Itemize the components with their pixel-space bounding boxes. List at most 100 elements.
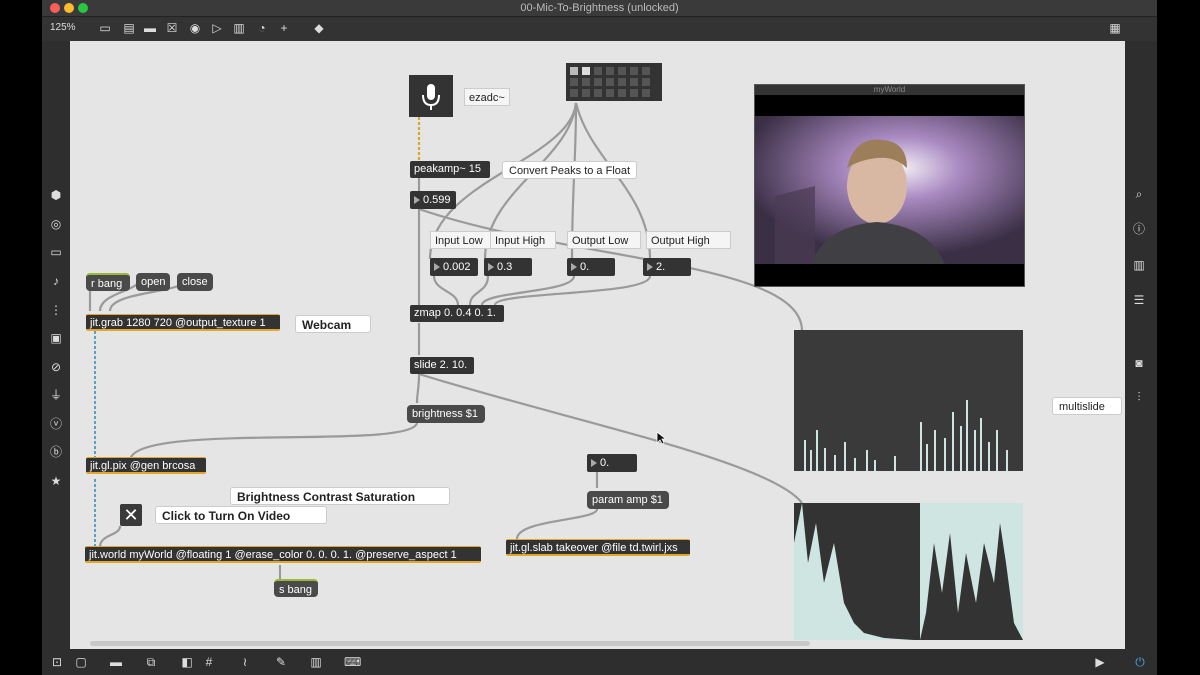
inlet-icon[interactable]: ▷ bbox=[210, 21, 224, 35]
param-amp-message[interactable]: param amp $1 bbox=[587, 491, 669, 509]
output-low-comment: Output Low bbox=[567, 231, 641, 249]
close-x-icon: ✕ bbox=[123, 505, 139, 525]
power-icon[interactable]: ⏻ bbox=[1133, 655, 1147, 669]
presentation-icon[interactable]: ▢ bbox=[74, 655, 88, 669]
ezadc-button[interactable] bbox=[409, 75, 453, 117]
plug-icon[interactable]: ⏚ bbox=[49, 388, 63, 402]
comment-bubble-icon[interactable]: ▬ bbox=[109, 655, 123, 669]
dial-icon[interactable]: ◔ bbox=[255, 21, 269, 35]
matrix-grid bbox=[570, 67, 650, 97]
cord-inlow-zmap bbox=[432, 275, 460, 306]
new-object-icon[interactable]: ▭ bbox=[98, 21, 112, 35]
cord-toggle-world bbox=[98, 525, 122, 548]
grid-icon[interactable]: # bbox=[202, 655, 216, 669]
paint-bucket-icon[interactable]: ◆ bbox=[312, 21, 326, 35]
music-note-icon[interactable]: ♪ bbox=[49, 274, 63, 288]
ezadc-label: ezadc~ bbox=[464, 88, 510, 106]
wrench-icon[interactable]: ✎ bbox=[274, 655, 288, 669]
right-sidebar: ⌕ ⓘ ▥ ☰ ◙ ⫶ bbox=[1125, 41, 1157, 649]
webcam-frame bbox=[755, 116, 1024, 264]
multislider-top[interactable] bbox=[794, 330, 1023, 471]
mixer-icon[interactable]: ⫶ bbox=[1132, 390, 1146, 404]
search-icon[interactable]: ⌕ bbox=[1132, 187, 1146, 201]
open-message[interactable]: open bbox=[136, 273, 170, 291]
output-high-number[interactable]: 2. bbox=[643, 258, 691, 276]
convert-peaks-comment: Convert Peaks to a Float bbox=[502, 161, 638, 179]
input-high-number[interactable]: 0.3 bbox=[484, 258, 532, 276]
paperclip-icon[interactable]: ⊘ bbox=[49, 360, 63, 374]
camera-icon[interactable]: ◙ bbox=[1132, 356, 1146, 370]
brightness-message[interactable]: brightness $1 bbox=[407, 405, 485, 423]
video-window-title: myWorld bbox=[755, 85, 1024, 95]
cord-brightness-pix bbox=[128, 422, 419, 462]
image-icon[interactable]: ▣ bbox=[49, 331, 63, 345]
patch-cord-icon[interactable]: ≀ bbox=[238, 655, 252, 669]
slider-icon[interactable]: ▥ bbox=[232, 21, 246, 35]
s-bang-object[interactable]: s bang bbox=[274, 579, 318, 597]
sequencer-icon[interactable]: ⋮ bbox=[49, 303, 63, 317]
lock-icon[interactable]: ⊡ bbox=[50, 655, 64, 669]
webcam-comment: Webcam bbox=[295, 315, 371, 333]
toggle-icon[interactable]: ☒ bbox=[165, 21, 179, 35]
horizontal-scrollbar[interactable] bbox=[90, 641, 810, 646]
matrix-control[interactable] bbox=[566, 63, 662, 101]
target-icon[interactable]: ◎ bbox=[49, 217, 63, 231]
webcam-video-feed bbox=[755, 116, 1024, 264]
input-low-number[interactable]: 0.002 bbox=[430, 258, 478, 276]
cube-icon[interactable]: ⬢ bbox=[49, 188, 63, 202]
star-icon[interactable]: ★ bbox=[49, 474, 63, 488]
info-icon[interactable]: ⓘ bbox=[1132, 222, 1146, 236]
peakamp-object[interactable]: peakamp~ 15 bbox=[410, 161, 490, 178]
cord-param-slab bbox=[515, 508, 599, 540]
cord-outlow-zmap bbox=[480, 275, 576, 306]
output-high-comment: Output High bbox=[646, 231, 731, 249]
zoom-level[interactable]: 125% bbox=[50, 22, 76, 33]
plus-icon[interactable]: + bbox=[277, 21, 291, 35]
microphone-icon bbox=[422, 84, 440, 110]
play-icon[interactable]: ▶ bbox=[1093, 655, 1107, 669]
piano-icon[interactable]: ▥ bbox=[309, 655, 323, 669]
beap-icon[interactable]: ⓑ bbox=[49, 445, 63, 459]
jit-world-object[interactable]: jit.world myWorld @floating 1 @erase_col… bbox=[85, 546, 481, 563]
grid-icon[interactable]: ▦ bbox=[1108, 21, 1122, 35]
new-message-icon[interactable]: ▤ bbox=[122, 21, 136, 35]
jit-grab-object[interactable]: jit.grab 1280 720 @output_texture 1 bbox=[86, 314, 280, 331]
jit-gl-pix-object[interactable]: jit.gl.pix @gen brcosa bbox=[86, 457, 206, 474]
cord-slide-multislider bbox=[418, 372, 803, 504]
cord-slide-brightness bbox=[415, 373, 421, 404]
peak-number-box[interactable]: 0.599 bbox=[410, 191, 456, 209]
patcher-canvas[interactable]: ezadc~ peakamp~ 15 Convert Peaks to a Fl… bbox=[70, 41, 1125, 649]
multislider-top-bars bbox=[804, 400, 1008, 471]
arrange-icon[interactable]: ◧ bbox=[180, 655, 194, 669]
jit-gl-slab-object[interactable]: jit.gl.slab takeover @file td.twirl.jxs bbox=[506, 539, 690, 556]
comment-icon[interactable]: ▬ bbox=[143, 21, 157, 35]
click-to-turn-on-video-comment: Click to Turn On Video bbox=[155, 506, 327, 524]
slide-object[interactable]: slide 2. 10. bbox=[410, 357, 474, 374]
duplicate-icon[interactable]: ⧉ bbox=[144, 655, 158, 669]
title-bar: 00-Mic-To-Brightness (unlocked) bbox=[42, 0, 1157, 17]
film-icon[interactable]: ▭ bbox=[49, 245, 63, 259]
input-high-comment: Input High bbox=[490, 231, 556, 249]
multislider-bottom-fill bbox=[794, 503, 1023, 640]
multislider-bottom[interactable] bbox=[794, 503, 1023, 640]
button-icon[interactable]: ◉ bbox=[188, 21, 202, 35]
list-icon[interactable]: ☰ bbox=[1132, 293, 1146, 307]
book-icon[interactable]: ▥ bbox=[1132, 258, 1146, 272]
bottom-toolbar: ⊡ ▢ ▬ ⧉ ◧ # ≀ ✎ ▥ ⌨ ▶ ⏻ bbox=[42, 649, 1157, 675]
amp-number-box[interactable]: 0. bbox=[587, 454, 637, 472]
multislider-label: multislide bbox=[1052, 397, 1122, 415]
max-patcher-window: 00-Mic-To-Brightness (unlocked) 125% ▭ ▤… bbox=[42, 0, 1157, 675]
left-sidebar: ⬢ ◎ ▭ ♪ ⋮ ▣ ⊘ ⏚ ⓥ ⓑ ★ bbox=[42, 41, 70, 649]
vizzie-icon[interactable]: ⓥ bbox=[49, 417, 63, 431]
keyboard-icon[interactable]: ⌨ bbox=[344, 655, 361, 669]
brcosa-comment: Brightness Contrast Saturation bbox=[230, 487, 450, 505]
mouse-cursor bbox=[656, 431, 666, 445]
video-toggle[interactable]: ✕ bbox=[120, 504, 142, 526]
input-low-comment: Input Low bbox=[430, 231, 492, 249]
output-low-number[interactable]: 0. bbox=[567, 258, 615, 276]
r-bang-object[interactable]: r bang bbox=[86, 273, 130, 291]
close-message[interactable]: close bbox=[177, 273, 213, 291]
window-title: 00-Mic-To-Brightness (unlocked) bbox=[520, 2, 679, 14]
zmap-object[interactable]: zmap 0. 0.4 0. 1. bbox=[410, 305, 504, 322]
myworld-video-window[interactable]: myWorld bbox=[754, 84, 1025, 287]
